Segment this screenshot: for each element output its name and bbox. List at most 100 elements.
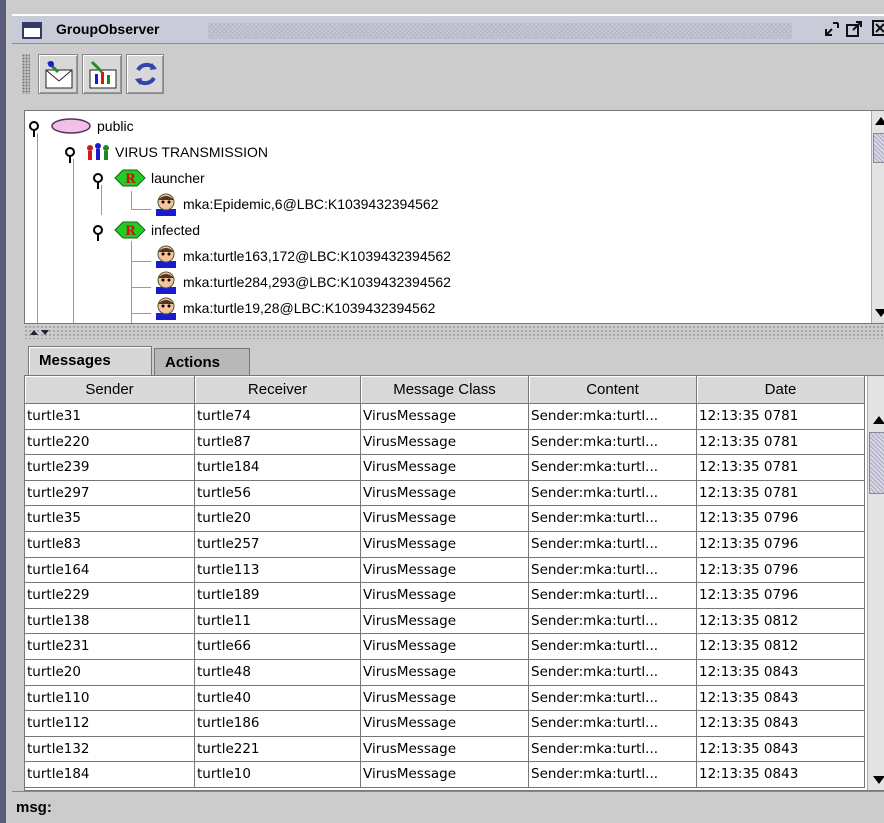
column-header[interactable]: Receiver: [195, 376, 361, 404]
table-body: turtle31 turtle74 VirusMessage Sender:mka:t…: [25, 404, 867, 788]
tree-node-role-infected[interactable]: R infected: [93, 217, 200, 243]
table-cell: Sender:mka:turtl...: [529, 506, 697, 532]
table-cell: turtle239: [25, 455, 195, 481]
table-cell: Sender:mka:turtl...: [529, 480, 697, 507]
tree-node-agent[interactable]: mka:turtle163,172@LBC:K1039432394562: [153, 243, 451, 269]
table-cell: turtle40: [195, 685, 361, 712]
scroll-down-icon[interactable]: [875, 309, 884, 317]
table-cell: 12:13:35 0796: [697, 557, 865, 584]
table-row[interactable]: turtle297 turtle56 VirusMessage Sender:mka:…: [25, 480, 867, 507]
tab-messages[interactable]: Messages: [28, 346, 152, 375]
table-row[interactable]: turtle31 turtle74 VirusMessage Sender:mka:t…: [25, 404, 867, 430]
messages-table[interactable]: Sender Receiver Message Class Content Date t…: [24, 375, 884, 791]
table-row[interactable]: turtle220 turtle87 VirusMessage Sender:mka:…: [25, 429, 867, 456]
send-message-button[interactable]: [38, 54, 78, 94]
table-cell: turtle35: [25, 506, 195, 532]
table-row[interactable]: turtle83 turtle257 VirusMessage Sender:mka:…: [25, 531, 867, 558]
tab-actions[interactable]: Actions: [154, 348, 250, 375]
group-tree[interactable]: public VIRUS TRANSMISSION R launcher mka…: [24, 110, 884, 324]
maximize-icon[interactable]: [844, 19, 864, 41]
tree-connector: [131, 209, 151, 210]
table-cell: Sender:mka:turtl...: [529, 608, 697, 635]
expand-handle-icon[interactable]: [65, 147, 75, 163]
expand-handle-icon[interactable]: [93, 173, 103, 189]
table-cell: turtle66: [195, 634, 361, 660]
table-row[interactable]: turtle231 turtle66 VirusMessage Sender:mka:…: [25, 634, 867, 660]
table-row[interactable]: turtle229 turtle189 VirusMessage Sender:mka…: [25, 583, 867, 609]
agent-icon: [156, 245, 176, 268]
table-cell: turtle110: [25, 685, 195, 712]
role-launcher-label: launcher: [151, 170, 205, 186]
role-icon: R: [114, 169, 146, 187]
table-cell: 12:13:35 0843: [697, 711, 865, 737]
table-row[interactable]: turtle112 turtle186 VirusMessage Sender:mka…: [25, 711, 867, 737]
tree-connector: [73, 159, 74, 323]
tree-node-role-launcher[interactable]: R launcher: [93, 165, 205, 191]
status-bar: msg:: [12, 791, 884, 823]
toolbar-grip[interactable]: [22, 54, 30, 94]
expand-handle-icon[interactable]: [93, 225, 103, 241]
tree-scrollbar[interactable]: [871, 111, 884, 323]
group-edit-button[interactable]: [82, 54, 122, 94]
column-header[interactable]: Content: [529, 376, 697, 404]
scroll-thumb[interactable]: [873, 133, 884, 163]
column-header[interactable]: Date: [697, 376, 865, 404]
table-cell: 12:13:35 0812: [697, 634, 865, 660]
column-header[interactable]: Message Class: [361, 376, 529, 404]
table-row[interactable]: turtle20 turtle48 VirusMessage Sender:mka:t…: [25, 659, 867, 686]
table-row[interactable]: turtle184 turtle10 VirusMessage Sender:mka:…: [25, 762, 867, 788]
window-icon: [22, 22, 42, 39]
table-cell: VirusMessage: [361, 685, 529, 712]
toolbar: [12, 44, 884, 106]
close-icon[interactable]: [870, 19, 884, 41]
table-row[interactable]: turtle132 turtle221 VirusMessage Sender:mka…: [25, 736, 867, 763]
expand-handle-icon[interactable]: [29, 121, 39, 137]
table-cell: Sender:mka:turtl...: [529, 659, 697, 686]
table-cell: turtle113: [195, 557, 361, 584]
table-cell: turtle229: [25, 583, 195, 609]
table-row[interactable]: turtle110 turtle40 VirusMessage Sender:mka:…: [25, 685, 867, 712]
agent-icon: [156, 297, 176, 320]
role-infected-label: infected: [151, 222, 201, 238]
table-row[interactable]: turtle35 turtle20 VirusMessage Sender:mka:t…: [25, 506, 867, 532]
table-cell: turtle186: [195, 711, 361, 737]
table-cell: Sender:mka:turtl...: [529, 685, 697, 712]
table-cell: turtle20: [25, 659, 195, 686]
table-cell: VirusMessage: [361, 480, 529, 507]
table-row[interactable]: turtle138 turtle11 VirusMessage Sender:mka:…: [25, 608, 867, 635]
scroll-thumb[interactable]: [869, 432, 884, 494]
collapse-arrows-icon[interactable]: [28, 327, 52, 337]
group-icon: [87, 143, 109, 160]
tree-node-community[interactable]: public: [29, 113, 134, 139]
table-row[interactable]: turtle164 turtle113 VirusMessage Sender:mka…: [25, 557, 867, 584]
table-scrollbar[interactable]: [867, 376, 884, 790]
tree-node-group[interactable]: VIRUS TRANSMISSION: [65, 139, 268, 165]
minimize-icon[interactable]: [822, 19, 842, 41]
scroll-down-icon[interactable]: [873, 776, 884, 784]
table-cell: 12:13:35 0781: [697, 455, 865, 481]
svg-text:R: R: [125, 224, 136, 239]
table-cell: turtle164: [25, 557, 195, 584]
table-cell: Sender:mka:turtl...: [529, 634, 697, 660]
table-row[interactable]: turtle239 turtle184 VirusMessage Sender:mka…: [25, 455, 867, 481]
column-header[interactable]: Sender: [25, 376, 195, 404]
table-cell: Sender:mka:turtl...: [529, 583, 697, 609]
refresh-button[interactable]: [126, 54, 164, 94]
tree-connector: [37, 133, 38, 323]
tree-connector: [131, 261, 151, 262]
tree-node-agent[interactable]: mka:turtle19,28@LBC:K1039432394562: [153, 295, 435, 321]
agent-icon: [156, 271, 176, 294]
tree-node-agent-epidemic[interactable]: mka:Epidemic,6@LBC:K1039432394562: [153, 191, 439, 217]
scroll-up-icon[interactable]: [873, 416, 884, 424]
scroll-up-icon[interactable]: [875, 117, 884, 125]
table-cell: VirusMessage: [361, 429, 529, 456]
table-cell: Sender:mka:turtl...: [529, 736, 697, 763]
table-cell: turtle297: [25, 480, 195, 507]
tree-connector: [131, 313, 151, 314]
table-cell: turtle48: [195, 659, 361, 686]
split-pane-divider[interactable]: [24, 325, 884, 339]
title-bar[interactable]: GroupObserver: [12, 14, 884, 44]
tree-node-agent[interactable]: mka:turtle284,293@LBC:K1039432394562: [153, 269, 451, 295]
table-cell: 12:13:35 0796: [697, 583, 865, 609]
role-icon: R: [114, 221, 146, 239]
